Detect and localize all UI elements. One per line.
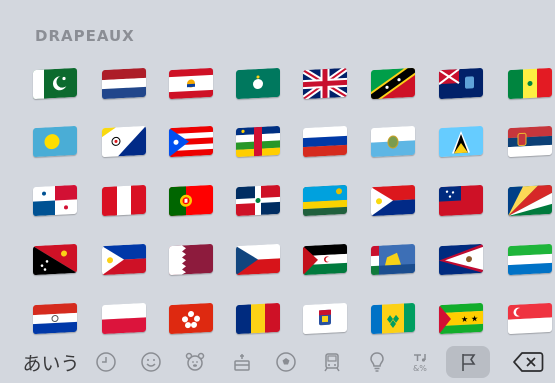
flag-united-kingdom[interactable]	[303, 67, 347, 100]
flag-st-barthelemy[interactable]	[303, 302, 347, 335]
travel-icon[interactable]	[318, 346, 346, 378]
flag-macau[interactable]	[236, 67, 280, 100]
flag-russia[interactable]	[303, 125, 347, 158]
emoji-keyboard: DRAPEAUX ★ ★ あいう &%	[0, 0, 555, 383]
recent-icon[interactable]	[92, 346, 120, 378]
flag-dominican-republic[interactable]	[236, 184, 280, 217]
flag-st-helena[interactable]	[439, 67, 483, 100]
svg-text:&%: &%	[413, 364, 427, 373]
flag-peru[interactable]	[102, 184, 146, 217]
flag-senegal[interactable]	[508, 67, 552, 100]
flag-poland[interactable]	[102, 302, 146, 335]
flag-rwanda[interactable]	[303, 184, 347, 217]
flag-serbia[interactable]	[508, 125, 552, 158]
flag-sao-tome-principe[interactable]: ★ ★	[439, 302, 483, 335]
flag-st-kitts-nevis[interactable]	[371, 67, 415, 100]
flag-sierra-leone[interactable]	[508, 243, 552, 276]
svg-text:★: ★	[471, 314, 478, 323]
smileys-icon[interactable]	[137, 346, 165, 378]
flag-samoa[interactable]	[439, 184, 483, 217]
activity-icon[interactable]	[272, 346, 300, 378]
food-icon[interactable]	[228, 346, 256, 378]
flag-puerto-rico[interactable]	[169, 125, 213, 158]
flag-panama[interactable]	[33, 184, 77, 217]
flag-american-samoa[interactable]	[439, 243, 483, 276]
flag-hong-kong[interactable]	[169, 302, 213, 335]
flag-papua-new-guinea[interactable]	[33, 243, 77, 276]
flag-st-pierre-miquelon[interactable]	[371, 243, 415, 276]
flag-central-african-republic[interactable]	[236, 125, 280, 158]
flag-romania[interactable]	[236, 302, 280, 335]
flag-st-vincent-grenadines[interactable]	[371, 302, 415, 335]
animals-icon[interactable]	[181, 346, 209, 378]
objects-icon[interactable]	[363, 346, 391, 378]
flags-icon[interactable]	[446, 346, 490, 378]
emoji-flag-grid: ★ ★	[0, 0, 555, 340]
flag-paraguay[interactable]	[33, 302, 77, 335]
delete-icon[interactable]	[508, 346, 548, 378]
emoji-category-bar: あいう &%	[0, 340, 555, 383]
svg-text:★: ★	[461, 315, 468, 324]
flag-singapore[interactable]	[508, 302, 552, 335]
flag-seychelles[interactable]	[508, 184, 552, 217]
flag-qatar[interactable]	[169, 243, 213, 276]
flag-bonaire[interactable]	[102, 125, 146, 158]
flag-philippines[interactable]	[102, 243, 146, 276]
flag-st-lucia[interactable]	[439, 125, 483, 158]
kana-switch-button[interactable]: あいう	[22, 346, 80, 378]
flag-pakistan[interactable]	[33, 67, 77, 100]
flag-french-polynesia[interactable]	[169, 67, 213, 100]
flag-palau[interactable]	[33, 125, 77, 158]
flag-san-marino[interactable]	[371, 125, 415, 158]
flag-czechia[interactable]	[236, 243, 280, 276]
flag-western-sahara[interactable]	[303, 243, 347, 276]
flag-netherlands[interactable]	[102, 67, 146, 100]
flag-portugal[interactable]	[169, 184, 213, 217]
flag-sint-maarten[interactable]	[371, 184, 415, 217]
symbols-icon[interactable]: &%	[408, 346, 436, 378]
